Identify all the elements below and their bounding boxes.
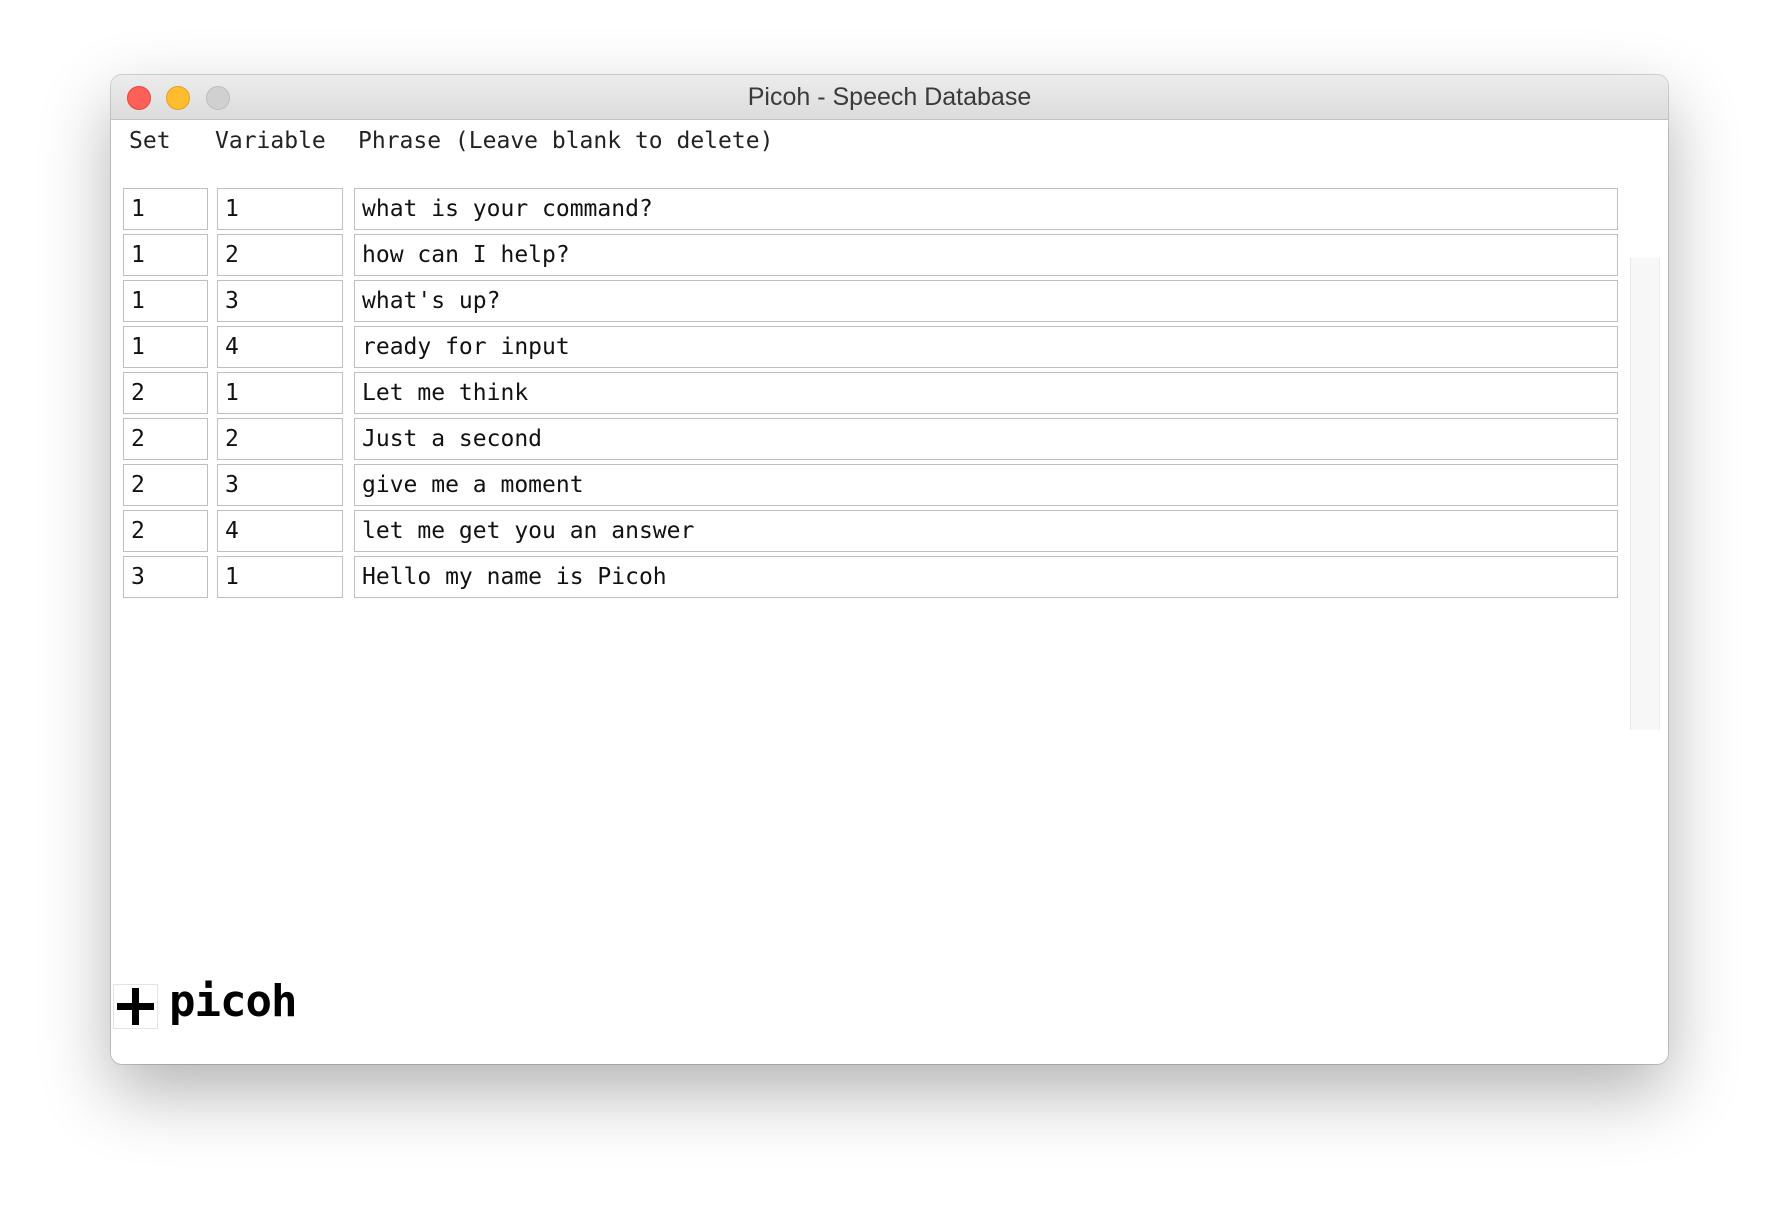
- variable-field[interactable]: 4: [217, 326, 343, 368]
- set-field[interactable]: 2: [123, 510, 208, 552]
- phrase-field[interactable]: Hello my name is Picoh: [354, 556, 1618, 598]
- set-field[interactable]: 2: [123, 418, 208, 460]
- table-row: 3 1 Hello my name is Picoh: [111, 556, 1631, 598]
- table-row: 1 3 what's up?: [111, 280, 1631, 322]
- table-row: 1 1 what is your command?: [111, 188, 1631, 230]
- phrase-field[interactable]: what is your command?: [354, 188, 1618, 230]
- table-row: 2 1 Let me think: [111, 372, 1631, 414]
- phrase-field[interactable]: how can I help?: [354, 234, 1618, 276]
- title-bar[interactable]: Picoh - Speech Database: [111, 75, 1668, 120]
- table-row: 2 2 Just a second: [111, 418, 1631, 460]
- table-row: 2 4 let me get you an answer: [111, 510, 1631, 552]
- set-field[interactable]: 2: [123, 372, 208, 414]
- variable-column-header: Variable: [215, 128, 326, 154]
- set-field[interactable]: 1: [123, 326, 208, 368]
- variable-field[interactable]: 1: [217, 556, 343, 598]
- phrase-field[interactable]: Just a second: [354, 418, 1618, 460]
- variable-field[interactable]: 2: [217, 234, 343, 276]
- set-column-header: Set: [129, 128, 171, 154]
- set-field[interactable]: 1: [123, 188, 208, 230]
- plus-icon: [117, 988, 154, 1025]
- variable-field[interactable]: 3: [217, 280, 343, 322]
- phrase-field[interactable]: Let me think: [354, 372, 1618, 414]
- set-field[interactable]: 2: [123, 464, 208, 506]
- desktop-background: Picoh - Speech Database Set Variable Phr…: [0, 0, 1776, 1208]
- speech-database-window: Picoh - Speech Database Set Variable Phr…: [111, 75, 1668, 1064]
- variable-field[interactable]: 1: [217, 188, 343, 230]
- variable-field[interactable]: 3: [217, 464, 343, 506]
- add-row-button[interactable]: [113, 984, 158, 1029]
- table-row: 1 4 ready for input: [111, 326, 1631, 368]
- set-field[interactable]: 3: [123, 556, 208, 598]
- phrase-field[interactable]: ready for input: [354, 326, 1618, 368]
- table-row: 2 3 give me a moment: [111, 464, 1631, 506]
- set-field[interactable]: 1: [123, 280, 208, 322]
- window-content: Set Variable Phrase (Leave blank to dele…: [111, 120, 1668, 1064]
- phrase-field[interactable]: let me get you an answer: [354, 510, 1618, 552]
- variable-field[interactable]: 1: [217, 372, 343, 414]
- phrase-column-header: Phrase (Leave blank to delete): [358, 128, 774, 154]
- table-row: 1 2 how can I help?: [111, 234, 1631, 276]
- window-title: Picoh - Speech Database: [747, 83, 1032, 111]
- variable-field[interactable]: 2: [217, 418, 343, 460]
- set-field[interactable]: 1: [123, 234, 208, 276]
- vertical-scrollbar[interactable]: [1630, 258, 1660, 730]
- phrase-field[interactable]: give me a moment: [354, 464, 1618, 506]
- variable-field[interactable]: 4: [217, 510, 343, 552]
- picoh-logo: picoh: [169, 976, 297, 1027]
- phrase-field[interactable]: what's up?: [354, 280, 1618, 322]
